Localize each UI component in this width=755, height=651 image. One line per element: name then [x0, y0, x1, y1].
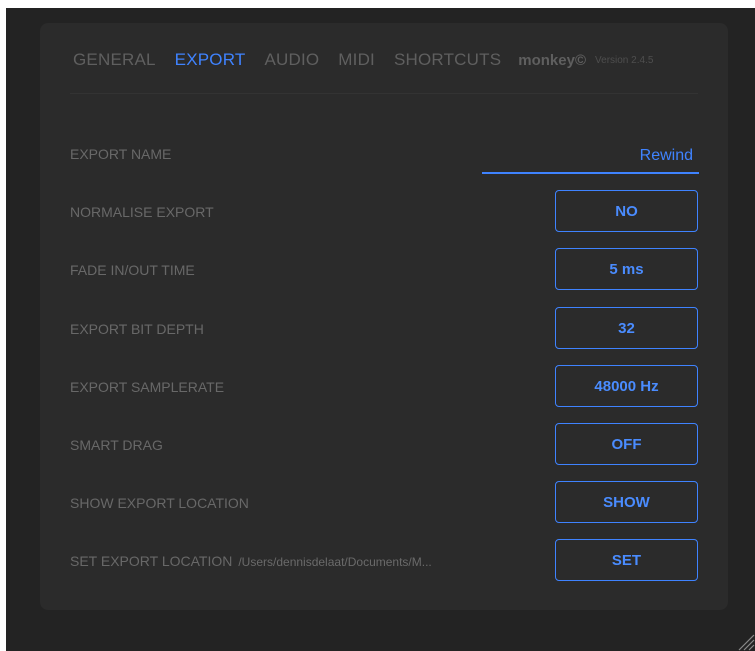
samplerate-button[interactable]: 48000 Hz: [555, 365, 698, 407]
tab-shortcuts[interactable]: SHORTCUTS: [394, 50, 501, 70]
preferences-panel: GENERAL EXPORT AUDIO MIDI SHORTCUTS monk…: [40, 23, 728, 610]
normalise-export-label: NORMALISE EXPORT: [70, 204, 214, 220]
fade-time-label: FADE IN/OUT TIME: [70, 262, 195, 278]
set-location-label: SET EXPORT LOCATION: [70, 553, 233, 569]
bit-depth-button[interactable]: 32: [555, 307, 698, 349]
export-name-input[interactable]: [482, 140, 699, 174]
settings-tabs: GENERAL EXPORT AUDIO MIDI SHORTCUTS monk…: [73, 47, 708, 73]
set-location-row: SET EXPORT LOCATION/Users/dennisdelaat/D…: [70, 553, 432, 569]
samplerate-label: EXPORT SAMPLERATE: [70, 379, 225, 395]
resize-grip-icon[interactable]: [735, 631, 755, 651]
brand-name: monkey©: [518, 51, 587, 69]
export-name-label: EXPORT NAME: [70, 146, 172, 162]
export-path-text: /Users/dennisdelaat/Documents/M...: [238, 555, 432, 569]
tab-midi[interactable]: MIDI: [338, 50, 375, 70]
normalise-export-button[interactable]: NO: [555, 190, 698, 232]
smart-drag-label: SMART DRAG: [70, 437, 163, 453]
tab-general[interactable]: GENERAL: [73, 50, 156, 70]
version-label: Version 2.4.5: [595, 54, 654, 66]
tab-export[interactable]: EXPORT: [175, 50, 246, 70]
show-location-button[interactable]: SHOW: [555, 481, 698, 523]
bit-depth-label: EXPORT BIT DEPTH: [70, 321, 204, 337]
window-top-edge: [0, 0, 755, 8]
set-location-button[interactable]: SET: [555, 539, 698, 581]
window-left-edge: [0, 0, 6, 651]
fade-time-button[interactable]: 5 ms: [555, 248, 698, 290]
tabs-divider: [70, 93, 698, 94]
show-location-label: SHOW EXPORT LOCATION: [70, 495, 249, 511]
tab-audio[interactable]: AUDIO: [264, 50, 319, 70]
smart-drag-button[interactable]: OFF: [555, 423, 698, 465]
